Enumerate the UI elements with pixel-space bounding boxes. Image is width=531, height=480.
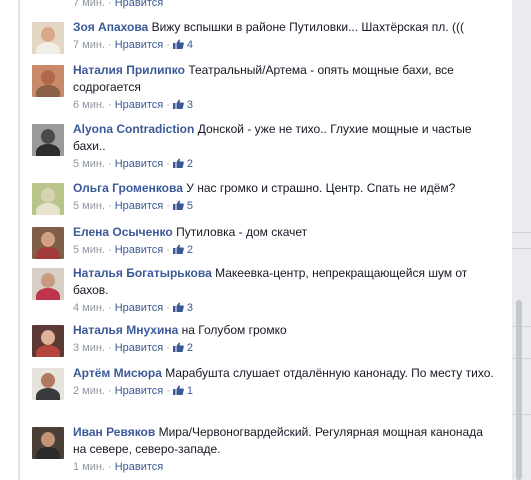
avatar[interactable]: [32, 368, 64, 400]
comment-time[interactable]: 2 мин.: [73, 385, 105, 397]
like-count[interactable]: 2: [172, 244, 193, 256]
comment-time[interactable]: 5 мин.: [73, 244, 105, 256]
avatar[interactable]: [32, 124, 64, 156]
comment-time[interactable]: 7 мин.: [73, 0, 105, 9]
like-count[interactable]: 1: [172, 385, 193, 397]
previous-comment-meta: 7 мин. · Нравится: [73, 0, 163, 10]
like-link[interactable]: Нравится: [115, 158, 164, 170]
avatar[interactable]: [32, 427, 64, 459]
like-count[interactable]: 5: [172, 200, 193, 212]
comment-time[interactable]: 5 мин.: [73, 158, 105, 170]
like-count[interactable]: 3: [172, 302, 193, 314]
like-link[interactable]: Нравится: [115, 244, 164, 256]
comment-author[interactable]: Наталья Богатырькова: [73, 266, 212, 280]
comment-text: Марабушта слушает отдалённую канонаду. П…: [165, 366, 494, 380]
avatar[interactable]: [32, 183, 64, 215]
sidebar-divider: [512, 248, 531, 249]
like-link[interactable]: Нравится: [115, 461, 164, 473]
comment-time[interactable]: 4 мин.: [73, 302, 105, 314]
scrollbar[interactable]: [516, 300, 522, 480]
like-link[interactable]: Нравится: [115, 0, 164, 9]
thumbs-up-icon: [172, 385, 184, 395]
comment-author[interactable]: Артём Мисюра: [73, 366, 162, 380]
comment-author[interactable]: Зоя Апахова: [73, 20, 148, 34]
comment-author[interactable]: Наталья Мнухина: [73, 323, 178, 337]
avatar[interactable]: [32, 325, 64, 357]
avatar[interactable]: [32, 22, 64, 54]
comment-time[interactable]: 3 мин.: [73, 342, 105, 354]
comment-author[interactable]: Ольга Громенкова: [73, 181, 183, 195]
like-link[interactable]: Нравится: [115, 342, 164, 354]
thumbs-up-icon: [172, 158, 184, 168]
like-link[interactable]: Нравится: [115, 39, 164, 51]
avatar[interactable]: [32, 268, 64, 300]
comment-author[interactable]: Наталия Прилипко: [73, 63, 185, 77]
like-count[interactable]: 4: [172, 39, 193, 51]
comment-text: Путиловка - дом скачет: [176, 225, 308, 239]
comment-author[interactable]: Елена Осыченко: [73, 225, 173, 239]
sidebar-divider: [512, 232, 531, 233]
thumbs-up-icon: [172, 39, 184, 49]
like-link[interactable]: Нравится: [115, 99, 164, 111]
avatar[interactable]: [32, 65, 64, 97]
thumbs-up-icon: [172, 200, 184, 210]
like-count[interactable]: 2: [172, 342, 193, 354]
comment-time[interactable]: 5 мин.: [73, 200, 105, 212]
thumbs-up-icon: [172, 99, 184, 109]
comment-text: на Голубом громко: [181, 323, 287, 337]
like-link[interactable]: Нравится: [115, 302, 164, 314]
comment-time[interactable]: 7 мин.: [73, 39, 105, 51]
like-count[interactable]: 3: [172, 99, 193, 111]
comment-text: Вижу вспышки в районе Путиловки... Шахтё…: [151, 20, 464, 34]
comment-author[interactable]: Alyona Contradiction: [73, 122, 194, 136]
thumbs-up-icon: [172, 342, 184, 352]
comment-time[interactable]: 6 мин.: [73, 99, 105, 111]
comment-author[interactable]: Иван Ревяков: [73, 425, 155, 439]
thread-rule: [18, 0, 20, 480]
comment-time[interactable]: 1 мин.: [73, 461, 105, 473]
like-count[interactable]: 2: [172, 158, 193, 170]
avatar[interactable]: [32, 227, 64, 259]
like-link[interactable]: Нравится: [115, 385, 164, 397]
thumbs-up-icon: [172, 302, 184, 312]
comment-text: У нас громко и страшно. Центр. Спать не …: [186, 181, 456, 195]
thumbs-up-icon: [172, 244, 184, 254]
like-link[interactable]: Нравится: [115, 200, 164, 212]
